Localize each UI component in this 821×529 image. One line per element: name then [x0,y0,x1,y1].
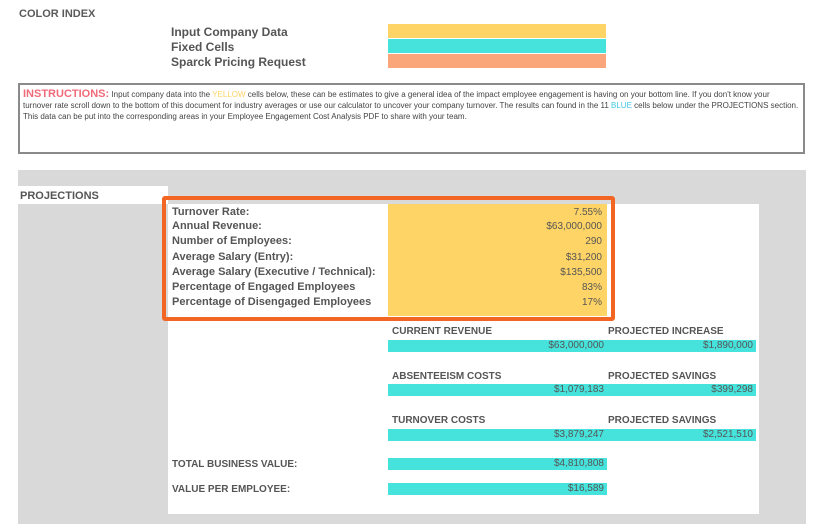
color-index-title: COLOR INDEX [19,8,96,20]
value-per-employee: $16,589 [388,483,607,495]
instructions-blue-word: BLUE [611,101,632,110]
turnover-costs-label: TURNOVER COSTS [392,415,486,426]
absenteeism-savings-label: PROJECTED SAVINGS [608,371,717,382]
color-swatch-yellow [388,24,606,38]
instructions-text-1: Input company data into the [109,90,213,99]
input-highlight-frame [162,196,615,321]
color-swatch-cyan [388,39,606,53]
absenteeism-costs-value: $1,079,183 [388,384,607,396]
color-index-label-pricing: Sparck Pricing Request [171,55,306,69]
total-business-value: $4,810,808 [388,458,607,470]
absenteeism-costs-label: ABSENTEEISM COSTS [392,371,502,382]
projections-title: PROJECTIONS [20,190,99,202]
instructions-yellow-word: YELLOW [212,90,246,99]
absenteeism-savings-value: $399,298 [607,384,756,396]
color-swatch-orange [388,54,606,68]
turnover-costs-value: $3,879,247 [388,429,607,441]
value-per-employee-label: VALUE PER EMPLOYEE: [172,484,291,495]
turnover-savings-label: PROJECTED SAVINGS [608,415,717,426]
total-business-value-label: TOTAL BUSINESS VALUE: [172,459,298,470]
color-index-label-fixed: Fixed Cells [171,40,235,54]
instructions-box: INSTRUCTIONS: Input company data into th… [18,83,805,154]
projected-increase-value: $1,890,000 [607,340,756,352]
color-index-label-input: Input Company Data [171,25,288,39]
current-revenue-label: CURRENT REVENUE [392,326,493,337]
turnover-savings-value: $2,521,510 [607,429,756,441]
current-revenue-value: $63,000,000 [388,340,607,352]
projected-increase-label: PROJECTED INCREASE [608,326,724,337]
instructions-heading: INSTRUCTIONS: [23,88,110,100]
